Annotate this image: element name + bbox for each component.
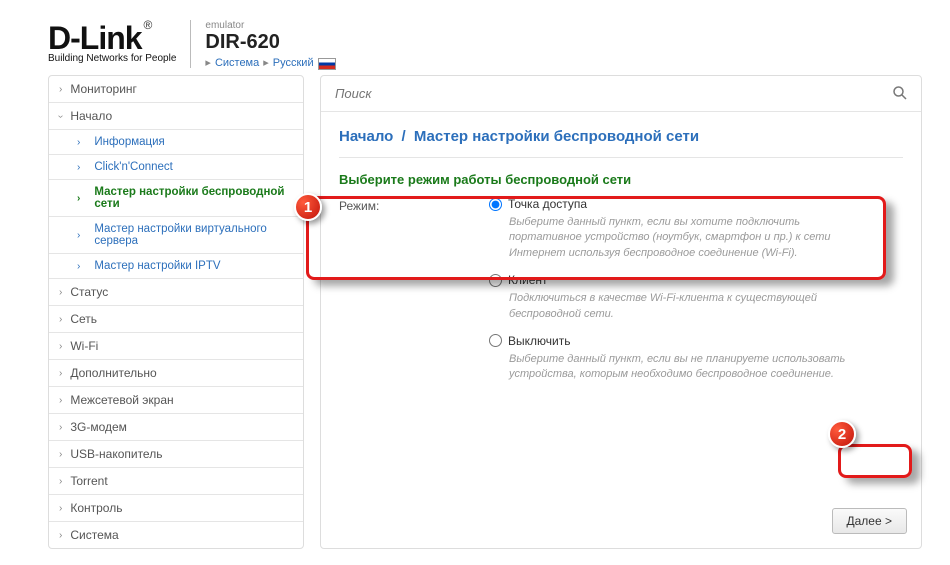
footer-bar: Далее > [832, 508, 908, 534]
main-panel: Начало / Мастер настройки беспроводной с… [320, 75, 922, 549]
chevron-right-icon: › [59, 530, 62, 541]
flag-ru-icon [318, 58, 336, 70]
radio-option: Точка доступа Выберите данный пункт, если… [489, 197, 903, 261]
radio-label[interactable]: Клиент [489, 273, 903, 287]
sidebar-item-label: Контроль [70, 501, 122, 515]
sidebar-item[interactable]: › Сеть [49, 306, 303, 333]
search-wrap [321, 76, 921, 112]
chevron-right-icon: › [55, 114, 66, 117]
chevron-right-icon: › [59, 341, 62, 352]
radio-option-desc: Подключиться в качестве Wi-Fi-клиента к … [509, 291, 869, 322]
chevron-right-icon: › [77, 193, 80, 204]
chevron-right-icon: › [59, 449, 62, 460]
next-button[interactable]: Далее > [832, 508, 908, 534]
breadcrumb-root[interactable]: Начало [339, 128, 393, 145]
emulator-label: emulator [205, 20, 335, 31]
sidebar-item[interactable]: › Мониторинг [49, 76, 303, 103]
sidebar-item-label: Система [70, 528, 118, 542]
sidebar-subitem-label: Информация [94, 136, 164, 148]
chevron-right-icon: › [59, 314, 62, 325]
header: D-Link® Building Networks for People emu… [18, 0, 932, 75]
bc-system-link[interactable]: Система [215, 57, 259, 69]
search-icon[interactable] [891, 84, 909, 105]
logo-subtitle: Building Networks for People [48, 53, 176, 64]
mode-label: Режим: [339, 197, 469, 213]
model-name: DIR-620 [205, 31, 335, 54]
sidebar-item-label: Дополнительно [70, 366, 156, 380]
chevron-right-icon: › [77, 230, 80, 241]
sidebar-subitem[interactable]: › Мастер настройки виртуального сервера [49, 217, 303, 254]
sidebar-item[interactable]: › Статус [49, 279, 303, 306]
logo-registered-icon: ® [144, 18, 153, 32]
sidebar-subitem-label: Мастер настройки IPTV [94, 260, 220, 272]
sidebar-item[interactable]: › USB-накопитель [49, 441, 303, 468]
sidebar-item-label: Начало [70, 109, 112, 123]
sidebar-item-label: USB-накопитель [70, 447, 162, 461]
sidebar-subitem-label: Мастер настройки виртуального сервера [94, 223, 293, 247]
chevron-right-icon: › [77, 137, 80, 148]
chevron-right-icon: › [59, 368, 62, 379]
chevron-right-icon: › [77, 261, 80, 272]
radio-option: Выключить Выберите данный пункт, если вы … [489, 334, 903, 383]
sidebar-item[interactable]: › Начало [49, 103, 303, 130]
sidebar-item[interactable]: › Система [49, 522, 303, 548]
mode-form-row: Режим: Точка доступа Выберите данный пунк… [339, 197, 903, 395]
chevron-right-icon: › [59, 503, 62, 514]
chevron-right-icon: › [77, 162, 80, 173]
bc-language-link[interactable]: Русский [273, 57, 314, 69]
sidebar-subitem[interactable]: › Мастер настройки IPTV [49, 254, 303, 279]
sidebar-item-label: 3G-модем [70, 420, 127, 434]
chevron-right-icon: › [59, 476, 62, 487]
sidebar-item-label: Wi-Fi [70, 339, 98, 353]
section-title: Выберите режим работы беспроводной сети [339, 172, 903, 187]
header-breadcrumb: ▸ Система ▸ Русский [205, 56, 335, 69]
breadcrumb: Начало / Мастер настройки беспроводной с… [339, 124, 903, 158]
sidebar-item[interactable]: › Torrent [49, 468, 303, 495]
sidebar-item[interactable]: › 3G-модем [49, 414, 303, 441]
radio-option-desc: Выберите данный пункт, если вы не планир… [509, 352, 869, 383]
radio-option: Клиент Подключиться в качестве Wi-Fi-клие… [489, 273, 903, 322]
sidebar-subitem-label: Click'n'Connect [94, 161, 173, 173]
sidebar-item-label: Статус [70, 285, 108, 299]
chevron-right-icon: › [59, 287, 62, 298]
radio-input[interactable] [489, 274, 502, 287]
header-divider [190, 20, 191, 68]
chevron-right-icon: ▸ [263, 56, 269, 69]
sidebar-item[interactable]: › Контроль [49, 495, 303, 522]
radio-option-name: Точка доступа [508, 197, 587, 211]
radio-label[interactable]: Выключить [489, 334, 903, 348]
sidebar-item[interactable]: › Wi-Fi [49, 333, 303, 360]
logo: D-Link® Building Networks for People [48, 20, 176, 64]
sidebar-item[interactable]: › Межсетевой экран [49, 387, 303, 414]
mode-options: Точка доступа Выберите данный пункт, если… [489, 197, 903, 395]
sidebar-subitem[interactable]: › Мастер настройки беспроводной сети [49, 180, 303, 217]
sidebar-item-label: Межсетевой экран [70, 393, 173, 407]
chevron-right-icon: › [59, 84, 62, 95]
radio-option-desc: Выберите данный пункт, если вы хотите по… [509, 215, 869, 261]
radio-label[interactable]: Точка доступа [489, 197, 903, 211]
chevron-right-icon: › [59, 422, 62, 433]
sidebar-item-label: Torrent [70, 474, 107, 488]
annotation-badge-2: 2 [828, 420, 856, 448]
sidebar-subitem[interactable]: › Информация [49, 130, 303, 155]
radio-input[interactable] [489, 334, 502, 347]
search-input[interactable] [321, 76, 921, 111]
sidebar-item[interactable]: › Дополнительно [49, 360, 303, 387]
sidebar: › Мониторинг › Начало › Информация › Click'n'Co… [48, 75, 304, 549]
annotation-badge-1: 1 [294, 193, 322, 221]
logo-text: D-Link [48, 20, 142, 57]
sidebar-item-label: Мониторинг [70, 82, 137, 96]
breadcrumb-separator: / [398, 128, 410, 145]
radio-input[interactable] [489, 198, 502, 211]
radio-option-name: Клиент [508, 273, 548, 287]
sidebar-subitem-label: Мастер настройки беспроводной сети [94, 186, 293, 210]
chevron-right-icon: ▸ [205, 56, 211, 69]
model-block: emulator DIR-620 ▸ Система ▸ Русский [205, 20, 335, 69]
breadcrumb-current: Мастер настройки беспроводной сети [414, 128, 699, 145]
radio-option-name: Выключить [508, 334, 570, 348]
sidebar-item-label: Сеть [70, 312, 97, 326]
sidebar-subitem[interactable]: › Click'n'Connect [49, 155, 303, 180]
chevron-right-icon: › [59, 395, 62, 406]
